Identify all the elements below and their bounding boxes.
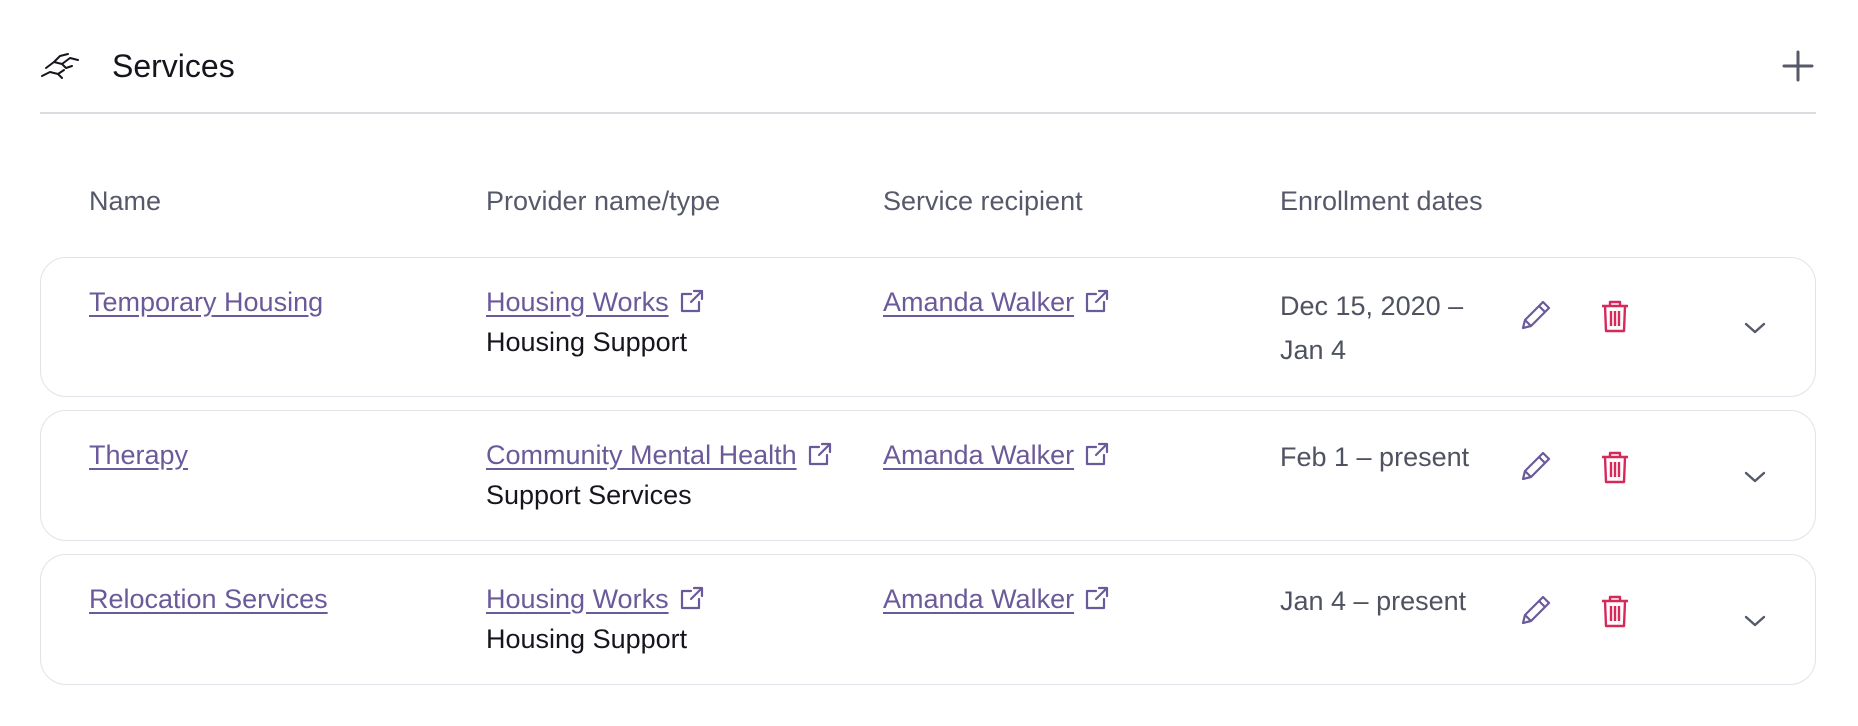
- enrollment-dates-end: Jan 4: [1280, 335, 1347, 365]
- table-row: Temporary Housing Housing Works Housing …: [40, 257, 1816, 397]
- enrollment-dates: Feb 1 – present: [1280, 442, 1470, 472]
- column-header-dates: Enrollment dates: [1280, 186, 1483, 216]
- service-name-link[interactable]: Therapy: [89, 440, 188, 470]
- services-header: Services: [40, 40, 1816, 114]
- enrollment-dates-start: Dec 15, 2020 –: [1280, 291, 1464, 321]
- provider-name-link[interactable]: Community Mental Health: [486, 440, 797, 470]
- recipient-link[interactable]: Amanda Walker: [883, 287, 1074, 317]
- provider-type: Support Services: [486, 480, 692, 510]
- pencil-icon[interactable]: [1515, 296, 1555, 336]
- service-name-link[interactable]: Relocation Services: [89, 584, 328, 614]
- table-row: Therapy Community Mental Health Support …: [40, 410, 1816, 541]
- external-link-icon[interactable]: [1084, 441, 1110, 467]
- handshake-icon: [41, 53, 79, 79]
- provider-name-link[interactable]: Housing Works: [486, 584, 669, 614]
- trash-icon[interactable]: [1595, 447, 1635, 487]
- provider-name-link[interactable]: Housing Works: [486, 287, 669, 317]
- external-link-icon[interactable]: [679, 585, 705, 611]
- column-header-name: Name: [89, 186, 162, 216]
- trash-icon[interactable]: [1595, 591, 1635, 631]
- external-link-icon[interactable]: [1084, 585, 1110, 611]
- external-link-icon[interactable]: [807, 441, 833, 467]
- provider-type: Housing Support: [486, 624, 688, 654]
- recipient-link[interactable]: Amanda Walker: [883, 584, 1074, 614]
- table-row: Relocation Services Housing Works Housin…: [40, 554, 1816, 685]
- external-link-icon[interactable]: [1084, 288, 1110, 314]
- pencil-icon[interactable]: [1515, 447, 1555, 487]
- service-name-link[interactable]: Temporary Housing: [89, 287, 323, 317]
- trash-icon[interactable]: [1595, 296, 1635, 336]
- recipient-link[interactable]: Amanda Walker: [883, 440, 1074, 470]
- column-header-recipient: Service recipient: [883, 186, 1083, 216]
- provider-type: Housing Support: [486, 327, 688, 357]
- pencil-icon[interactable]: [1515, 591, 1555, 631]
- plus-icon[interactable]: [1780, 48, 1816, 84]
- enrollment-dates: Jan 4 – present: [1280, 586, 1467, 616]
- external-link-icon[interactable]: [679, 288, 705, 314]
- chevron-down-icon[interactable]: [1743, 613, 1767, 629]
- chevron-down-icon[interactable]: [1743, 320, 1767, 336]
- section-title: Services: [112, 48, 235, 84]
- column-header-provider: Provider name/type: [486, 186, 721, 216]
- chevron-down-icon[interactable]: [1743, 469, 1767, 485]
